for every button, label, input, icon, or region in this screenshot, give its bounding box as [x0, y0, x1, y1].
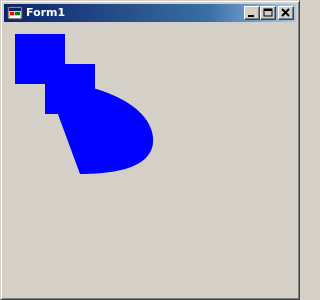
minimize-icon [248, 15, 254, 17]
minimize-button[interactable] [244, 6, 260, 20]
close-button[interactable] [278, 6, 294, 20]
maximize-icon [263, 8, 273, 17]
blue-curved-shape [45, 79, 154, 174]
form-app-icon[interactable] [7, 5, 23, 21]
form-client-area [5, 24, 297, 297]
title-bar[interactable]: Form1 [4, 4, 296, 22]
maximize-button[interactable] [260, 6, 276, 20]
form-window: Form1 [0, 0, 300, 300]
caption-buttons [244, 6, 294, 20]
close-icon [281, 8, 290, 17]
drawing-canvas [15, 34, 154, 174]
window-title: Form1 [26, 6, 66, 19]
